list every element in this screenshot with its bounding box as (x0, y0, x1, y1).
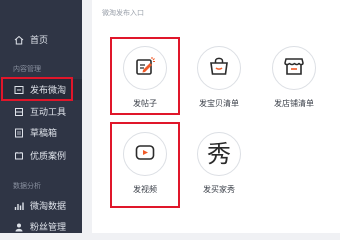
sidebar-item-data[interactable]: 微淘数据 (0, 195, 82, 216)
tile-post-label: 发帖子 (133, 99, 157, 108)
sidebar-item-tools[interactable]: 互动工具 (0, 101, 82, 122)
tile-buyer-show-circle[interactable]: 秀 (197, 132, 241, 176)
tile-video[interactable]: 发视频 (117, 132, 173, 195)
sidebar-item-label: 粉丝管理 (30, 223, 67, 233)
data-section-label: 数据分析 (13, 182, 41, 190)
tile-buyer-show[interactable]: 秀 发买家秀 (191, 132, 247, 195)
xiu-icon: 秀 (207, 140, 231, 168)
sidebar-item-fans[interactable]: 粉丝管理 (0, 216, 82, 237)
publish-panel: 微淘发布入口 发帖子 发宝贝清单 发店铺清单 发视频 秀 发买家秀 (92, 0, 340, 233)
shop-icon (282, 54, 306, 82)
edit-post-icon (133, 54, 157, 82)
tile-shop-list[interactable]: 发店铺清单 (266, 46, 322, 109)
sidebar-item-label: 互动工具 (30, 108, 67, 118)
panel-title: 微淘发布入口 (102, 9, 144, 17)
send-icon (14, 85, 24, 95)
sidebar-item-cases[interactable]: 优质案例 (0, 145, 82, 166)
sidebar-item-label: 微淘数据 (30, 202, 67, 212)
tile-post[interactable]: 发帖子 (117, 46, 173, 109)
tile-item-list[interactable]: 发宝贝清单 (191, 46, 247, 109)
main-area: 微淘发布入口 发帖子 发宝贝清单 发店铺清单 发视频 秀 发买家秀 (82, 0, 340, 233)
sidebar: 首页 内容管理 发布微淘 互动工具 草稿箱 优质案例 数据分析 微淘数据 粉丝管… (0, 0, 82, 233)
sidebar-item-publish[interactable]: 发布微淘 (0, 79, 82, 100)
sidebar-item-drafts[interactable]: 草稿箱 (0, 122, 82, 143)
content-section-label: 内容管理 (13, 65, 41, 73)
tile-post-circle[interactable] (123, 46, 167, 90)
video-play-icon (133, 140, 157, 168)
sidebar-item-home[interactable]: 首页 (0, 29, 82, 50)
sidebar-item-label: 草稿箱 (30, 129, 58, 139)
tile-item-list-label: 发宝贝清单 (199, 99, 239, 108)
tools-icon (14, 107, 24, 117)
shopping-bag-icon (207, 54, 231, 82)
sidebar-item-label: 发布微淘 (30, 86, 67, 96)
case-icon (14, 151, 24, 161)
sidebar-item-label: 优质案例 (30, 152, 67, 162)
tile-video-circle[interactable] (123, 132, 167, 176)
chart-icon (14, 201, 24, 211)
draft-icon (14, 128, 24, 138)
tile-shop-list-circle[interactable] (272, 46, 316, 90)
tile-shop-list-label: 发店铺清单 (274, 99, 314, 108)
tile-buyer-show-label: 发买家秀 (203, 185, 235, 194)
fans-icon (14, 222, 24, 232)
sidebar-item-label: 首页 (30, 36, 49, 46)
home-icon (14, 35, 24, 45)
tile-item-list-circle[interactable] (197, 46, 241, 90)
tile-video-label: 发视频 (133, 185, 157, 194)
